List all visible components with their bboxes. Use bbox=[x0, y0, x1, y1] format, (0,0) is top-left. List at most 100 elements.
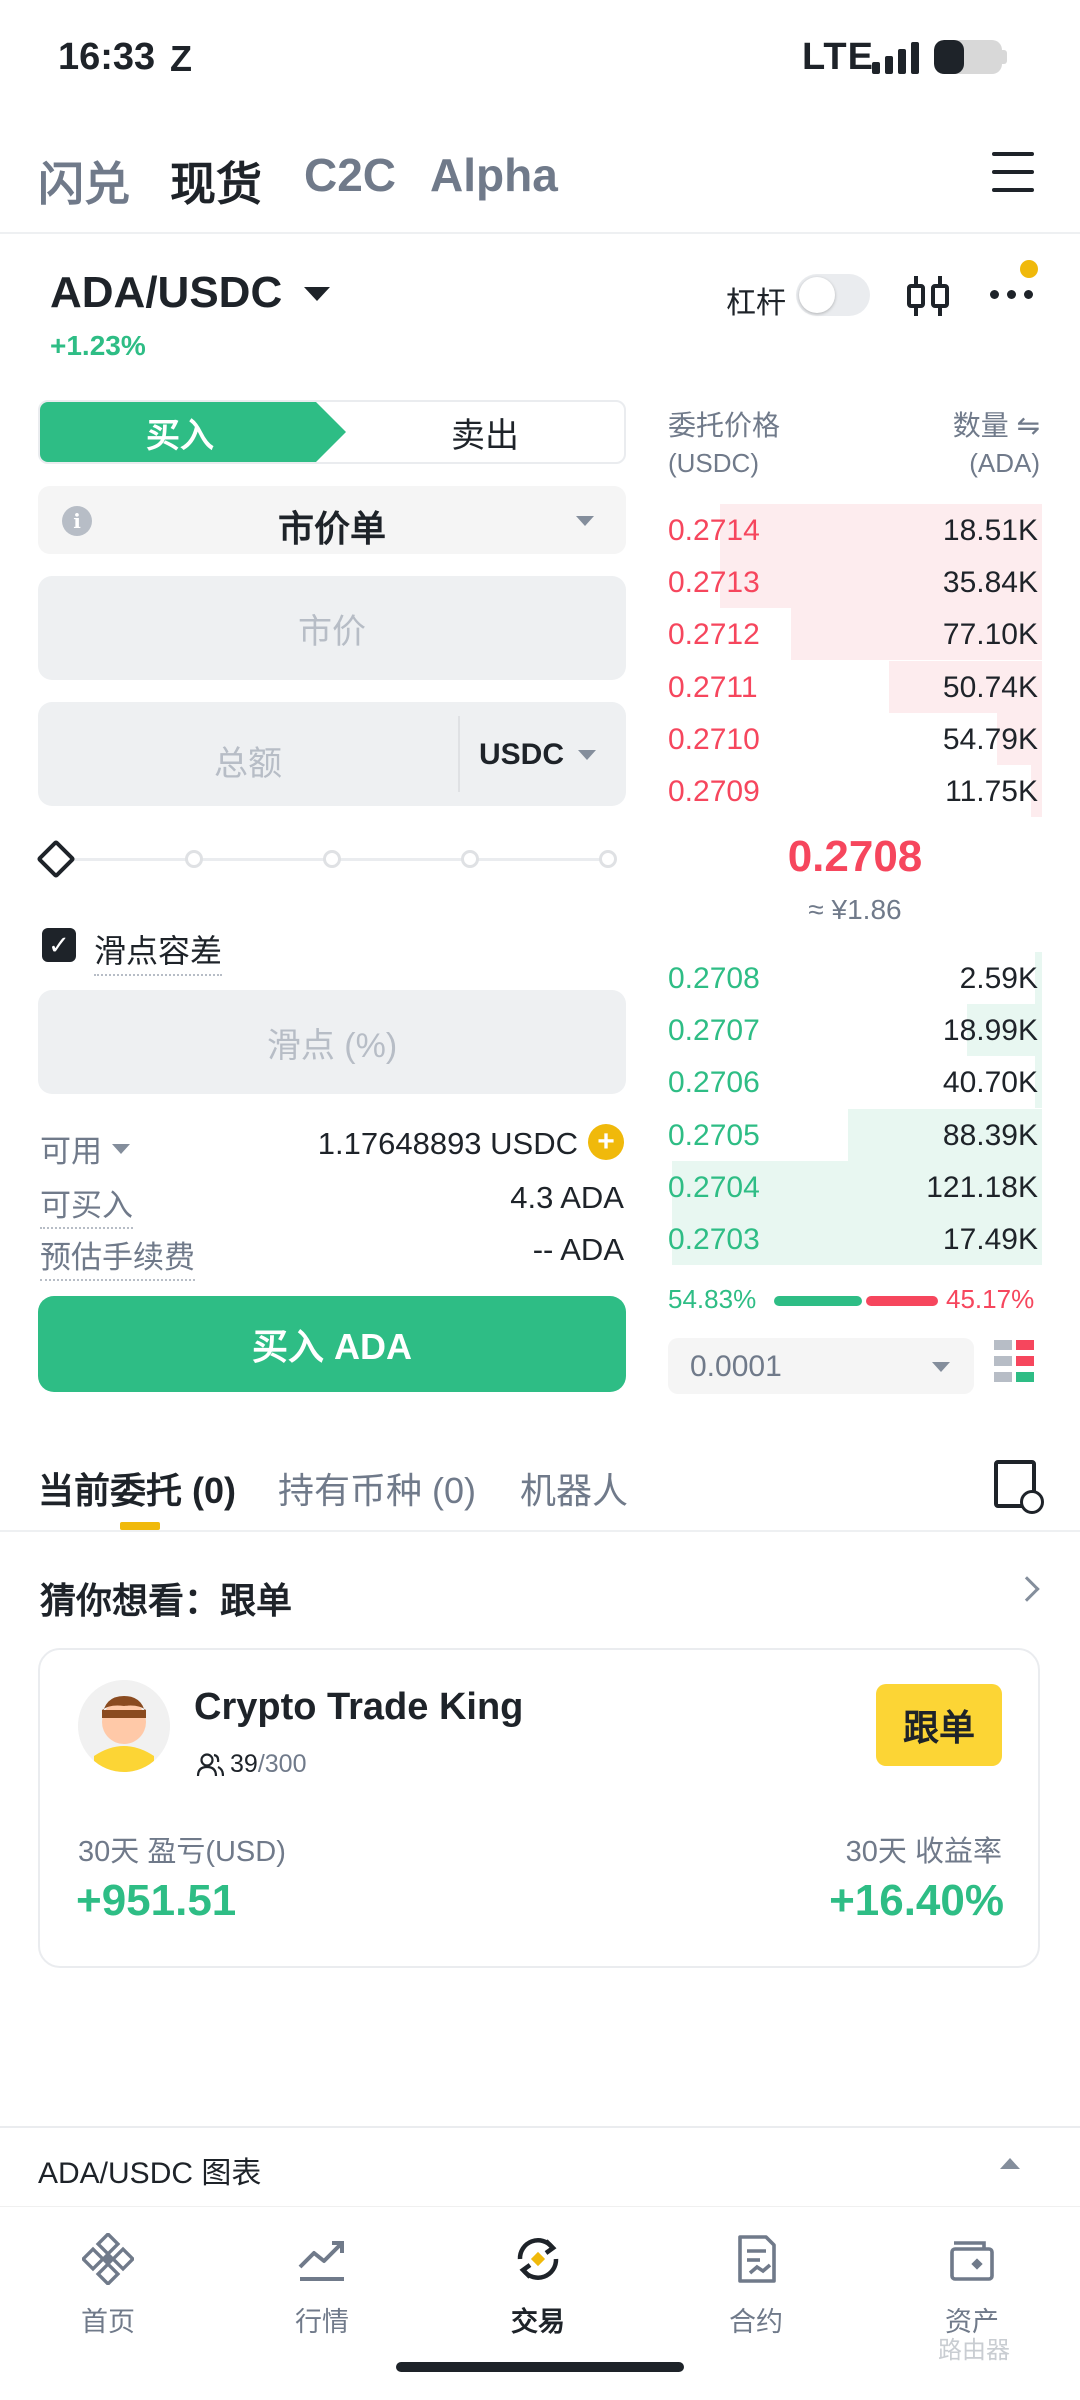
bid-price: 0.2705 bbox=[668, 1118, 760, 1152]
can-buy-value: 4.3 ADA bbox=[510, 1180, 624, 1215]
buy-sell-switch: 买入 卖出 bbox=[38, 400, 626, 464]
tick-size-select[interactable]: 0.0001 bbox=[668, 1338, 974, 1394]
slippage-checkbox[interactable]: ✓ bbox=[42, 928, 76, 962]
slippage-label[interactable]: 滑点容差 bbox=[94, 926, 223, 976]
recommend-title[interactable]: 猜你想看：跟单 bbox=[40, 1572, 292, 1624]
more-icon[interactable] bbox=[990, 290, 1033, 299]
ask-row[interactable]: 0.2710 54.79K bbox=[668, 712, 1042, 765]
slider-step-75[interactable] bbox=[461, 850, 479, 868]
chevron-down-icon bbox=[578, 750, 596, 760]
pnl-label: 30天 盈亏(USD) bbox=[78, 1836, 286, 1868]
battery-icon bbox=[934, 40, 1002, 74]
nav-markets[interactable]: 行情 bbox=[252, 2233, 392, 2339]
chart-expander[interactable]: ADA/USDC 图表 bbox=[0, 2126, 1080, 2204]
nav-trade[interactable]: 交易 bbox=[468, 2233, 608, 2339]
tab-alpha[interactable]: Alpha bbox=[430, 148, 558, 202]
markets-icon bbox=[298, 2241, 344, 2281]
home-indicator[interactable] bbox=[396, 2362, 684, 2372]
price-placeholder: 市价 bbox=[298, 612, 366, 651]
ask-row[interactable]: 0.2712 77.10K bbox=[668, 608, 1042, 661]
bid-row[interactable]: 0.2706 40.70K bbox=[668, 1056, 1042, 1109]
slider-step-50[interactable] bbox=[323, 850, 341, 868]
nav-assets[interactable]: 资产 bbox=[902, 2233, 1042, 2339]
chevron-right-icon[interactable] bbox=[1014, 1576, 1040, 1602]
chevron-up-icon bbox=[1000, 2158, 1020, 2169]
slider-handle[interactable] bbox=[36, 839, 76, 879]
bid-row[interactable]: 0.2705 88.39K bbox=[668, 1108, 1042, 1161]
tab-open-orders[interactable]: 当前委托 (0) bbox=[38, 1462, 236, 1514]
futures-icon bbox=[738, 2235, 776, 2283]
nav-home[interactable]: 首页 bbox=[38, 2231, 178, 2339]
orderbook-layout-icon[interactable] bbox=[994, 1340, 1034, 1384]
chevron-down-icon bbox=[576, 516, 594, 526]
sell-tab[interactable]: 卖出 bbox=[346, 402, 624, 462]
notification-dot bbox=[1020, 260, 1038, 278]
ask-price: 0.2712 bbox=[668, 618, 760, 652]
bid-price: 0.2706 bbox=[668, 1066, 760, 1100]
tab-convert[interactable]: 闪兑 bbox=[38, 148, 130, 214]
price-change: +1.23% bbox=[50, 330, 146, 361]
tab-spot[interactable]: 现货 bbox=[170, 148, 262, 214]
ask-row[interactable]: 0.2709 11.75K bbox=[668, 765, 1042, 817]
available-selector[interactable]: 可用 bbox=[40, 1126, 130, 1171]
add-funds-icon[interactable]: + bbox=[588, 1124, 624, 1160]
order-history-icon[interactable] bbox=[994, 1460, 1044, 1514]
pair-selector[interactable]: ADA/USDC bbox=[50, 268, 282, 318]
slider-step-100[interactable] bbox=[599, 850, 617, 868]
trade-icon bbox=[517, 2238, 559, 2280]
bid-row[interactable]: 0.2704 121.18K bbox=[668, 1160, 1042, 1213]
buy-submit-button[interactable]: 买入 ADA bbox=[38, 1296, 626, 1392]
buy-ratio-bar bbox=[774, 1296, 862, 1306]
toggle-knob bbox=[799, 277, 835, 313]
leverage-toggle[interactable] bbox=[796, 274, 870, 316]
ask-row[interactable]: 0.2714 18.51K bbox=[668, 504, 1042, 556]
status-time: 16:33 bbox=[58, 36, 156, 78]
order-type-label: 市价单 bbox=[277, 508, 386, 549]
leverage-label: 杠杆 bbox=[726, 287, 786, 320]
tab-holdings[interactable]: 持有币种 (0) bbox=[278, 1462, 476, 1514]
roi-label: 30天 收益率 bbox=[845, 1836, 1002, 1868]
bid-row[interactable]: 0.2703 17.49K bbox=[668, 1213, 1042, 1265]
chevron-down-icon[interactable] bbox=[304, 287, 330, 301]
available-label: 可用 bbox=[40, 1134, 102, 1169]
orderbook-price-unit: (USDC) bbox=[668, 448, 759, 478]
menu-icon[interactable] bbox=[992, 152, 1034, 192]
pnl-value: +951.51 bbox=[76, 1876, 237, 1925]
divider bbox=[0, 1530, 1080, 1532]
bid-qty: 88.39K bbox=[942, 1118, 1038, 1152]
chart-expander-label: ADA/USDC 图表 bbox=[38, 2157, 262, 2190]
ask-price: 0.2714 bbox=[668, 514, 760, 547]
tab-bots[interactable]: 机器人 bbox=[520, 1462, 628, 1514]
network-type: LTE bbox=[802, 36, 874, 78]
bid-row[interactable]: 0.2707 18.99K bbox=[668, 1004, 1042, 1057]
copy-trade-button[interactable]: 跟单 bbox=[876, 1684, 1002, 1766]
roi-value: +16.40% bbox=[829, 1876, 1004, 1925]
total-input[interactable]: 总额 USDC bbox=[38, 702, 626, 806]
ask-row[interactable]: 0.2711 50.74K bbox=[668, 660, 1042, 713]
last-price-cny: ≈ ¥1.86 bbox=[808, 894, 902, 925]
orderbook-qty-unit: (ADA) bbox=[969, 448, 1040, 478]
buy-ratio: 54.83% bbox=[668, 1284, 757, 1314]
sell-ratio: 45.17% bbox=[946, 1284, 1035, 1314]
total-unit-select[interactable]: USDC bbox=[479, 738, 596, 772]
orderbook-qty-header[interactable]: 数量 ⇋ bbox=[953, 404, 1040, 444]
trader-name[interactable]: Crypto Trade King bbox=[194, 1686, 523, 1729]
slippage-input[interactable]: 滑点 (%) bbox=[38, 990, 626, 1094]
candlestick-icon[interactable] bbox=[904, 270, 952, 322]
avatar bbox=[78, 1680, 170, 1772]
battery-tip bbox=[1002, 50, 1007, 64]
bid-price: 0.2703 bbox=[668, 1223, 760, 1256]
ask-price: 0.2711 bbox=[668, 670, 758, 704]
chevron-down-icon bbox=[112, 1143, 130, 1154]
order-type-select[interactable]: i 市价单 bbox=[38, 486, 626, 554]
nav-futures[interactable]: 合约 bbox=[686, 2233, 826, 2339]
ask-row[interactable]: 0.2713 35.84K bbox=[668, 556, 1042, 609]
bid-row[interactable]: 0.2708 2.59K bbox=[668, 952, 1042, 1004]
slider-step-25[interactable] bbox=[185, 850, 203, 868]
fee-value: -- ADA bbox=[532, 1232, 624, 1267]
buy-tab[interactable]: 买入 bbox=[40, 402, 346, 462]
home-icon bbox=[80, 2231, 136, 2287]
total-placeholder: 总额 bbox=[214, 745, 282, 783]
nav-home-label: 首页 bbox=[81, 2307, 135, 2337]
tab-c2c[interactable]: C2C bbox=[304, 148, 396, 202]
